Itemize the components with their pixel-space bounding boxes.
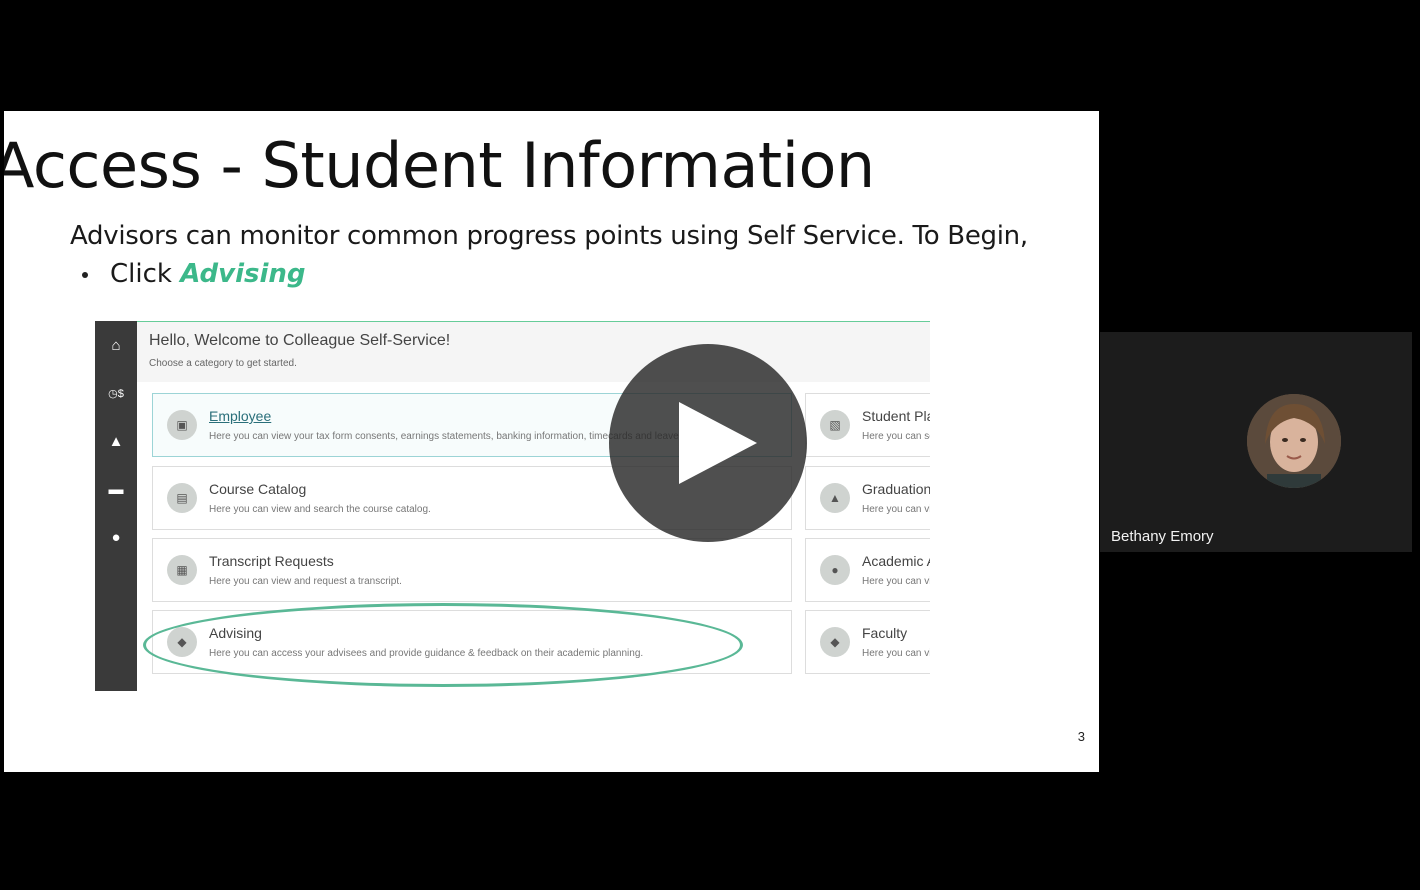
graduation-icon: ▲ <box>820 483 850 513</box>
card-title: Course Catalog <box>209 481 307 497</box>
welcome-heading: Hello, Welcome to Colleague Self-Service… <box>149 332 451 349</box>
bullet-emphasis: Advising <box>180 259 306 289</box>
participant-tile[interactable]: Bethany Emory <box>1100 332 1412 552</box>
person-icon <box>1247 394 1341 488</box>
shot-header: Hello, Welcome to Colleague Self-Service… <box>137 321 930 382</box>
card-graduation: ▲ Graduation Here you can vi <box>805 466 930 530</box>
shot-sidebar: ⌂ ◷$ ▲ ▬ ● <box>95 321 137 691</box>
bullet-dot-icon <box>82 271 88 278</box>
catalog-icon: ▤ <box>167 483 197 513</box>
self-service-screenshot: ⌂ ◷$ ▲ ▬ ● Hello, Welcome to Colleague S… <box>95 321 930 691</box>
card-transcript-requests: ▦ Transcript Requests Here you can view … <box>152 538 792 602</box>
card-desc: Here you can view and search the course … <box>209 504 431 515</box>
card-title: Transcript Requests <box>209 553 334 569</box>
card-desc: Here you can vi <box>862 504 930 515</box>
welcome-subtext: Choose a category to get started. <box>149 358 297 369</box>
employee-icon: ▣ <box>167 410 197 440</box>
card-academic: ● Academic A Here you can vi <box>805 538 930 602</box>
card-title: Faculty <box>862 625 908 641</box>
card-faculty: ◆ Faculty Here you can vi <box>805 610 930 674</box>
card-title: Graduation <box>862 481 930 497</box>
card-desc: Here you can se <box>862 431 930 442</box>
slide-bullet: Click Advising <box>82 259 306 289</box>
transcript-icon: ▦ <box>167 555 197 585</box>
card-desc: Here you can view and request a transcri… <box>209 576 402 587</box>
user-icon: ● <box>111 529 121 546</box>
slide-title: Access - Student Information <box>4 129 875 202</box>
card-student-planning: ▧ Student Pla Here you can se <box>805 393 930 457</box>
card-desc: Here you can vi <box>862 576 930 587</box>
slide-page-number: 3 <box>1077 729 1085 744</box>
faculty-icon: ◆ <box>820 627 850 657</box>
academic-icon: ● <box>820 555 850 585</box>
finance-icon: ◷$ <box>108 388 124 400</box>
play-icon <box>679 402 757 484</box>
participant-avatar <box>1247 394 1341 488</box>
home-icon: ⌂ <box>111 337 121 354</box>
briefcase-icon: ▬ <box>108 481 124 498</box>
graduation-cap-icon: ▲ <box>108 433 124 450</box>
highlight-ellipse <box>143 603 743 687</box>
card-title: Employee <box>209 408 272 424</box>
card-desc: Here you can vi <box>862 648 930 659</box>
slide-subtitle: Advisors can monitor common progress poi… <box>70 221 1028 251</box>
card-title: Academic A <box>862 553 930 569</box>
bullet-prefix: Click <box>110 259 181 289</box>
planning-icon: ▧ <box>820 410 850 440</box>
card-title: Student Pla <box>862 408 930 424</box>
play-button[interactable] <box>609 344 807 542</box>
presentation-slide: Access - Student Information Advisors ca… <box>4 111 1099 772</box>
participant-name: Bethany Emory <box>1111 528 1214 545</box>
